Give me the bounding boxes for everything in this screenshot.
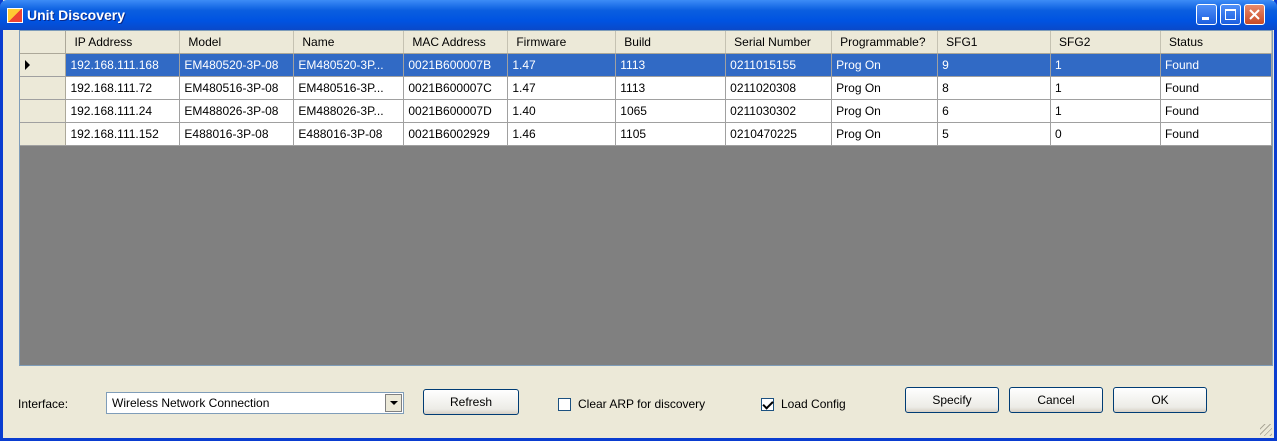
row-selector[interactable]: [20, 122, 67, 146]
table-cell[interactable]: 1.47: [507, 76, 617, 100]
row-header-corner: [20, 31, 67, 54]
table-cell[interactable]: Found: [1160, 76, 1272, 100]
column-header[interactable]: Model: [179, 31, 295, 54]
column-header[interactable]: Build: [615, 31, 727, 54]
column-header[interactable]: Firmware: [507, 31, 617, 54]
table-cell[interactable]: 1.46: [507, 122, 617, 146]
column-header[interactable]: IP Address: [65, 31, 181, 54]
column-header[interactable]: SFG1: [937, 31, 1052, 54]
units-table: IP Address Model Name MAC Address Firmware Bu…: [20, 31, 1272, 146]
table-cell[interactable]: Prog On: [831, 76, 939, 100]
table-cell[interactable]: 1: [1050, 53, 1161, 77]
table-cell[interactable]: 192.168.111.152: [65, 122, 181, 146]
unit-discovery-window: Unit Discovery IP Address Model Name MAC Ad…: [0, 0, 1277, 441]
table-cell[interactable]: 0021B600007D: [403, 99, 509, 123]
table-cell[interactable]: 6: [937, 99, 1052, 123]
load-config-label[interactable]: Load Config: [781, 397, 846, 411]
table-cell[interactable]: 1113: [615, 53, 727, 77]
table-cell[interactable]: Found: [1160, 53, 1272, 77]
table-cell[interactable]: 0021B600007C: [403, 76, 509, 100]
table-cell[interactable]: 192.168.111.72: [65, 76, 181, 100]
table-cell[interactable]: E488016-3P-08: [179, 122, 295, 146]
clear-arp-label[interactable]: Clear ARP for discovery: [578, 397, 705, 411]
table-cell[interactable]: 1.47: [507, 53, 617, 77]
ok-button[interactable]: OK: [1113, 387, 1207, 413]
table-cell[interactable]: 0211020308: [725, 76, 833, 100]
row-selector[interactable]: [20, 99, 67, 123]
unit-grid[interactable]: IP Address Model Name MAC Address Firmware Bu…: [19, 30, 1273, 366]
table-row[interactable]: 192.168.111.152 E488016-3P-08 E488016-3P-0…: [20, 122, 1272, 146]
table-cell[interactable]: 0210470225: [725, 122, 833, 146]
table-cell[interactable]: 1: [1050, 76, 1161, 100]
table-cell[interactable]: E488016-3P-08: [293, 122, 405, 146]
table-cell[interactable]: EM480516-3P...: [293, 76, 405, 100]
table-cell[interactable]: EM480520-3P-08: [179, 53, 295, 77]
table-cell[interactable]: Prog On: [831, 53, 939, 77]
table-cell[interactable]: EM488026-3P-08: [179, 99, 295, 123]
table-cell[interactable]: 1: [1050, 99, 1161, 123]
column-header[interactable]: MAC Address: [403, 31, 509, 54]
cancel-button[interactable]: Cancel: [1009, 387, 1103, 413]
window-title: Unit Discovery: [27, 7, 126, 23]
column-header[interactable]: SFG2: [1050, 31, 1161, 54]
table-cell[interactable]: 1113: [615, 76, 727, 100]
table-cell[interactable]: 8: [937, 76, 1052, 100]
load-config-checkbox[interactable]: [761, 398, 774, 411]
table-cell[interactable]: 5: [937, 122, 1052, 146]
title-bar[interactable]: Unit Discovery: [0, 0, 1277, 30]
table-row[interactable]: 192.168.111.24 EM488026-3P-08 EM488026-3P.…: [20, 99, 1272, 123]
table-cell[interactable]: 192.168.111.168: [65, 53, 181, 77]
clear-arp-checkbox[interactable]: [558, 398, 571, 411]
maximize-button[interactable]: [1220, 4, 1241, 25]
table-cell[interactable]: EM488026-3P...: [293, 99, 405, 123]
minimize-button[interactable]: [1196, 4, 1217, 25]
table-cell[interactable]: EM480520-3P...: [293, 53, 405, 77]
chevron-down-icon[interactable]: [385, 394, 402, 412]
table-row[interactable]: 192.168.111.168 EM480520-3P-08 EM480520-3P…: [20, 53, 1272, 77]
table-cell[interactable]: Prog On: [831, 99, 939, 123]
interface-select[interactable]: Wireless Network Connection: [106, 392, 404, 414]
table-cell[interactable]: 1105: [615, 122, 727, 146]
row-selector[interactable]: [20, 53, 67, 77]
table-cell[interactable]: Found: [1160, 99, 1272, 123]
table-cell[interactable]: Found: [1160, 122, 1272, 146]
column-header[interactable]: Serial Number: [725, 31, 833, 54]
specify-button[interactable]: Specify: [905, 387, 999, 413]
table-cell[interactable]: 0021B6002929: [403, 122, 509, 146]
row-selector[interactable]: [20, 76, 67, 100]
current-row-arrow-icon: [25, 60, 30, 70]
app-icon: [7, 8, 23, 23]
table-cell[interactable]: 0021B600007B: [403, 53, 509, 77]
table-cell[interactable]: 1065: [615, 99, 727, 123]
table-cell[interactable]: 0211015155: [725, 53, 833, 77]
table-cell[interactable]: 0211030302: [725, 99, 833, 123]
column-header[interactable]: Name: [293, 31, 405, 54]
table-cell[interactable]: 192.168.111.24: [65, 99, 181, 123]
table-cell[interactable]: 9: [937, 53, 1052, 77]
table-row[interactable]: 192.168.111.72 EM480516-3P-08 EM480516-3P.…: [20, 76, 1272, 100]
interface-label: Interface:: [18, 397, 69, 411]
column-header[interactable]: Programmable?: [831, 31, 939, 54]
table-cell[interactable]: Prog On: [831, 122, 939, 146]
refresh-button[interactable]: Refresh: [423, 389, 519, 415]
table-cell[interactable]: EM480516-3P-08: [179, 76, 295, 100]
table-cell[interactable]: 1.40: [507, 99, 617, 123]
close-button[interactable]: [1244, 4, 1265, 25]
table-cell[interactable]: 0: [1050, 122, 1161, 146]
column-header[interactable]: Status: [1160, 31, 1272, 54]
resize-grip[interactable]: [1260, 424, 1272, 436]
interface-value: Wireless Network Connection: [112, 396, 270, 410]
